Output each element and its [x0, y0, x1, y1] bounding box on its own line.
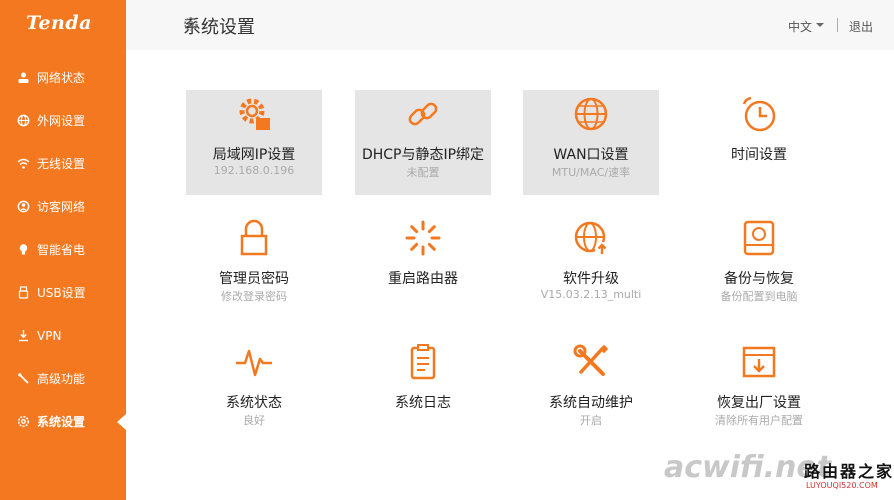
watermark-logo-text: 路由器之家	[804, 462, 894, 481]
sidebar-item-power-saving[interactable]: 智能省电	[0, 228, 126, 271]
sidebar-item-system-settings[interactable]: 系统设置	[0, 400, 126, 443]
globe-icon	[574, 97, 608, 131]
tile-sub: 清除所有用户配置	[715, 414, 803, 427]
tile-label: WAN口设置	[553, 147, 629, 163]
tile-label: 时间设置	[731, 147, 787, 163]
tile-factory-reset[interactable]: 恢复出厂设置 清除所有用户配置	[691, 338, 827, 443]
tile-sub: 开启	[580, 414, 602, 427]
sidebar-item-label: 系统设置	[37, 415, 86, 429]
tile-sub: 备份配置到电脑	[720, 290, 798, 303]
sidebar-item-wan-settings[interactable]: 外网设置	[0, 99, 126, 142]
tile-label: 管理员密码	[219, 271, 289, 287]
tile-label: 局域网IP设置	[212, 147, 296, 163]
globe-icon	[17, 114, 30, 127]
tile-wan[interactable]: WAN口设置 MTU/MAC/速率	[523, 90, 659, 195]
tenda-logo: Tenda	[26, 12, 92, 34]
tile-time[interactable]: 时间设置	[691, 90, 827, 195]
tile-backup-restore[interactable]: 备份与恢复 备份配置到电脑	[691, 214, 827, 319]
wrench-screwdriver-icon	[573, 344, 609, 376]
sidebar-item-vpn[interactable]: VPN	[0, 314, 126, 357]
tile-sub: 良好	[243, 414, 265, 427]
sidebar-item-label: USB设置	[37, 286, 86, 300]
sidebar-item-network-status[interactable]: 网络状态	[0, 56, 126, 99]
tile-label: 系统自动维护	[549, 395, 633, 411]
sidebar-item-label: 无线设置	[37, 157, 86, 171]
chevron-down-icon[interactable]	[816, 23, 824, 27]
tile-admin-password[interactable]: 管理员密码 修改登录密码	[186, 214, 322, 319]
lock-icon	[240, 219, 268, 256]
spinner-icon	[405, 220, 441, 256]
sidebar-item-label: 智能省电	[37, 243, 86, 257]
tile-sub: MTU/MAC/速率	[551, 166, 631, 179]
vpn-icon	[17, 329, 30, 342]
tile-firmware-upgrade[interactable]: 软件升级 V15.03.2.13_multi	[523, 214, 659, 319]
language-selector[interactable]: 中文	[788, 18, 812, 35]
sidebar-item-label: 访客网络	[37, 200, 86, 214]
tile-sub: 192.168.0.196	[213, 164, 295, 177]
globe-upgrade-icon	[574, 221, 609, 256]
tile-reboot[interactable]: 重启路由器	[355, 214, 491, 319]
log-icon	[410, 344, 436, 380]
gear-icon	[17, 415, 30, 428]
clock-icon	[742, 96, 776, 132]
pulse-icon	[236, 349, 272, 377]
tile-label: 备份与恢复	[724, 271, 794, 287]
tile-label: DHCP与静态IP绑定	[361, 147, 485, 163]
tile-system-status[interactable]: 系统状态 良好	[186, 338, 322, 443]
sidebar-item-wireless[interactable]: 无线设置	[0, 142, 126, 185]
tile-label: 系统日志	[395, 395, 451, 411]
sidebar-item-advanced[interactable]: 高级功能	[0, 357, 126, 400]
usb-icon	[17, 286, 30, 299]
top-bar: 系统设置 中文 退出	[126, 0, 894, 50]
sidebar-item-guest-network[interactable]: 访客网络	[0, 185, 126, 228]
tile-label: 恢复出厂设置	[717, 395, 801, 411]
tools-icon	[17, 372, 30, 385]
sidebar-item-label: 高级功能	[37, 372, 86, 386]
tile-lan-ip[interactable]: 局域网IP设置 192.168.0.196	[186, 90, 322, 195]
sidebar: Tenda 网络状态 外网设置 无线设置 访客网络 智能省电 USB设置 VPN	[0, 0, 126, 500]
watermark-url: LUYOUQI520.COM	[806, 481, 878, 490]
lan-ip-icon	[239, 98, 270, 130]
tile-system-log[interactable]: 系统日志	[355, 338, 491, 443]
tile-sub: 修改登录密码	[221, 290, 287, 303]
guest-icon	[17, 200, 30, 213]
tile-sub: 未配置	[406, 166, 440, 179]
tile-dhcp[interactable]: DHCP与静态IP绑定 未配置	[355, 90, 491, 195]
tile-sub: V15.03.2.13_multi	[540, 288, 642, 301]
gear-icon	[184, 17, 198, 31]
sidebar-item-label: 网络状态	[37, 71, 86, 85]
tile-label: 软件升级	[563, 271, 619, 287]
tile-label: 系统状态	[226, 395, 282, 411]
network-status-icon	[17, 71, 30, 84]
sidebar-nav: 网络状态 外网设置 无线设置 访客网络 智能省电 USB设置 VPN 高级功能	[0, 56, 126, 443]
tile-label: 重启路由器	[388, 271, 458, 287]
factory-reset-icon	[742, 346, 776, 378]
logout-link[interactable]: 退出	[849, 18, 873, 35]
tile-auto-maintenance[interactable]: 系统自动维护 开启	[523, 338, 659, 443]
link-icon	[408, 102, 438, 126]
wifi-icon	[17, 157, 30, 170]
sidebar-item-label: VPN	[37, 328, 62, 343]
divider	[837, 18, 838, 32]
sidebar-item-label: 外网设置	[37, 114, 86, 128]
backup-icon	[743, 220, 775, 256]
bulb-icon	[17, 243, 30, 256]
sidebar-item-usb[interactable]: USB设置	[0, 271, 126, 314]
